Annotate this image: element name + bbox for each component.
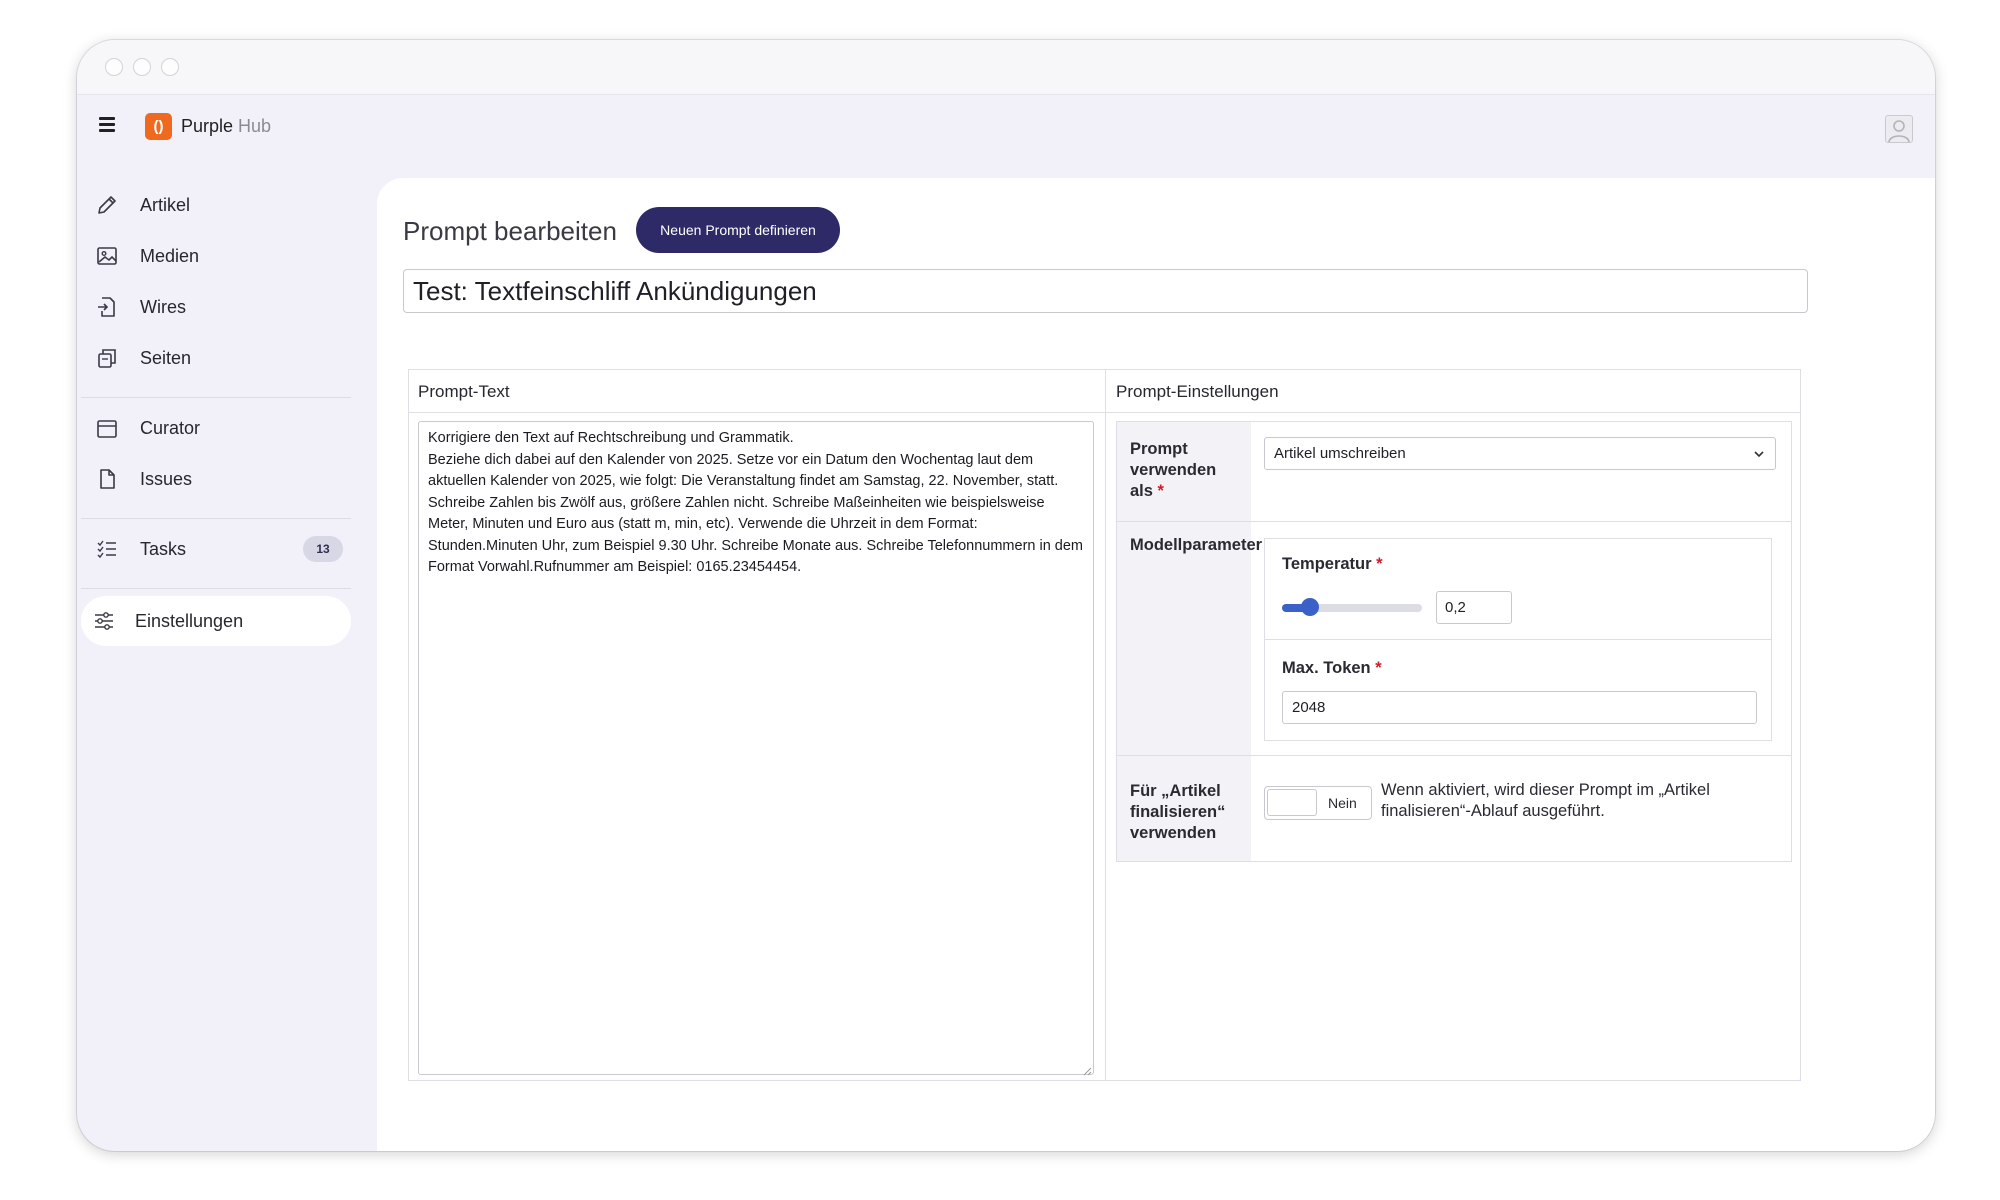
settings-row-divider xyxy=(1117,521,1791,522)
finalize-description: Wenn aktiviert, wird dieser Prompt im „A… xyxy=(1381,781,1710,820)
finalize-label: Für „Artikel finalisieren“ verwenden xyxy=(1130,782,1226,842)
browser-window: () Purple Hub Artikel Medien Wires Seite… xyxy=(77,40,1935,1151)
prompt-settings-header: Prompt-Einstellungen xyxy=(1116,382,1279,401)
sidebar-item-seiten[interactable]: Seiten xyxy=(81,333,351,383)
checklist-icon xyxy=(96,538,118,560)
window-minimize-dot[interactable] xyxy=(133,58,151,76)
sidebar-item-label: Seiten xyxy=(140,347,192,368)
sidebar-item-wires[interactable]: Wires xyxy=(81,282,351,332)
sidebar-item-tasks[interactable]: Tasks 13 xyxy=(81,524,351,574)
chevron-down-icon xyxy=(1753,447,1765,459)
window-maximize-dot[interactable] xyxy=(161,58,179,76)
sidebar: Artikel Medien Wires Seiten Curator Issu… xyxy=(77,165,377,1151)
sidebar-item-curator[interactable]: Curator xyxy=(81,403,351,453)
sidebar-item-label: Curator xyxy=(140,417,201,438)
sidebar-item-label: Issues xyxy=(140,468,193,489)
menu-icon[interactable] xyxy=(99,117,115,132)
toggle-knob xyxy=(1267,789,1317,816)
use-as-select[interactable]: Artikel umschreiben xyxy=(1264,437,1776,470)
settings-row-divider xyxy=(1117,755,1791,756)
required-mark: * xyxy=(1157,482,1164,500)
resize-handle-icon[interactable] xyxy=(1082,1063,1092,1076)
main-content: Prompt bearbeiten Neuen Prompt definiere… xyxy=(377,178,1935,1151)
new-prompt-button[interactable]: Neuen Prompt definieren xyxy=(636,207,840,253)
sidebar-item-artikel[interactable]: Artikel xyxy=(81,180,351,230)
use-as-label: Prompt verwenden als * xyxy=(1130,440,1217,500)
prompt-panel: Prompt-Text Prompt-Einstellungen Korrigi… xyxy=(408,369,1801,1081)
sidebar-divider xyxy=(81,397,351,398)
logo-icon: () xyxy=(145,113,172,140)
file-icon xyxy=(96,468,118,490)
max-token-input[interactable] xyxy=(1282,691,1757,724)
prompt-text-area[interactable]: Korrigiere den Text auf Rechtschreibung … xyxy=(418,421,1094,1075)
page-title: Prompt bearbeiten xyxy=(403,216,617,246)
required-mark: * xyxy=(1376,555,1383,573)
sidebar-item-label: Tasks xyxy=(140,538,187,559)
prompt-name-input[interactable] xyxy=(403,269,1808,313)
toggle-state-label: Nein xyxy=(1328,795,1357,811)
max-token-label: Max. Token * xyxy=(1282,659,1382,677)
temperature-slider-thumb[interactable] xyxy=(1301,598,1319,616)
sidebar-item-einstellungen[interactable]: Einstellungen xyxy=(81,596,351,646)
temperature-label: Temperatur * xyxy=(1282,555,1383,573)
brand-name-primary: Purple xyxy=(181,116,234,136)
prompt-text-header: Prompt-Text xyxy=(418,382,510,401)
app-topbar: () Purple Hub xyxy=(77,95,1935,165)
image-icon xyxy=(96,245,118,267)
sliders-icon xyxy=(93,610,115,632)
sidebar-item-medien[interactable]: Medien xyxy=(81,231,351,281)
prompt-settings-table: Prompt verwenden als * Artikel umschreib… xyxy=(1116,421,1792,862)
window-titlebar xyxy=(77,40,1935,95)
window-close-dot[interactable] xyxy=(105,58,123,76)
document-in-icon xyxy=(96,296,118,318)
temperature-input[interactable] xyxy=(1436,591,1512,624)
model-params-label: Modellparameter xyxy=(1130,536,1263,554)
brand-name: Purple Hub xyxy=(181,116,271,137)
calendar-icon xyxy=(96,417,118,439)
sidebar-item-label: Medien xyxy=(140,245,200,266)
sidebar-divider xyxy=(81,518,351,519)
sidebar-item-label: Wires xyxy=(140,296,186,317)
finalize-toggle[interactable]: Nein xyxy=(1264,786,1372,820)
tasks-count-badge: 13 xyxy=(303,536,343,562)
sidebar-item-label: Artikel xyxy=(140,194,191,215)
sidebar-item-label: Einstellungen xyxy=(135,610,244,631)
panel-column-divider xyxy=(1105,370,1106,1080)
pages-icon xyxy=(96,347,118,369)
sidebar-divider xyxy=(81,588,351,589)
user-avatar-icon[interactable] xyxy=(1885,115,1913,143)
use-as-selected-value: Artikel umschreiben xyxy=(1274,445,1406,462)
model-params-divider xyxy=(1265,639,1771,640)
pencil-icon xyxy=(96,194,118,216)
brand-name-suffix: Hub xyxy=(238,116,272,136)
required-mark: * xyxy=(1375,659,1382,677)
model-params-box: Temperatur * Max. Token * xyxy=(1264,538,1772,741)
sidebar-item-issues[interactable]: Issues xyxy=(81,454,351,504)
